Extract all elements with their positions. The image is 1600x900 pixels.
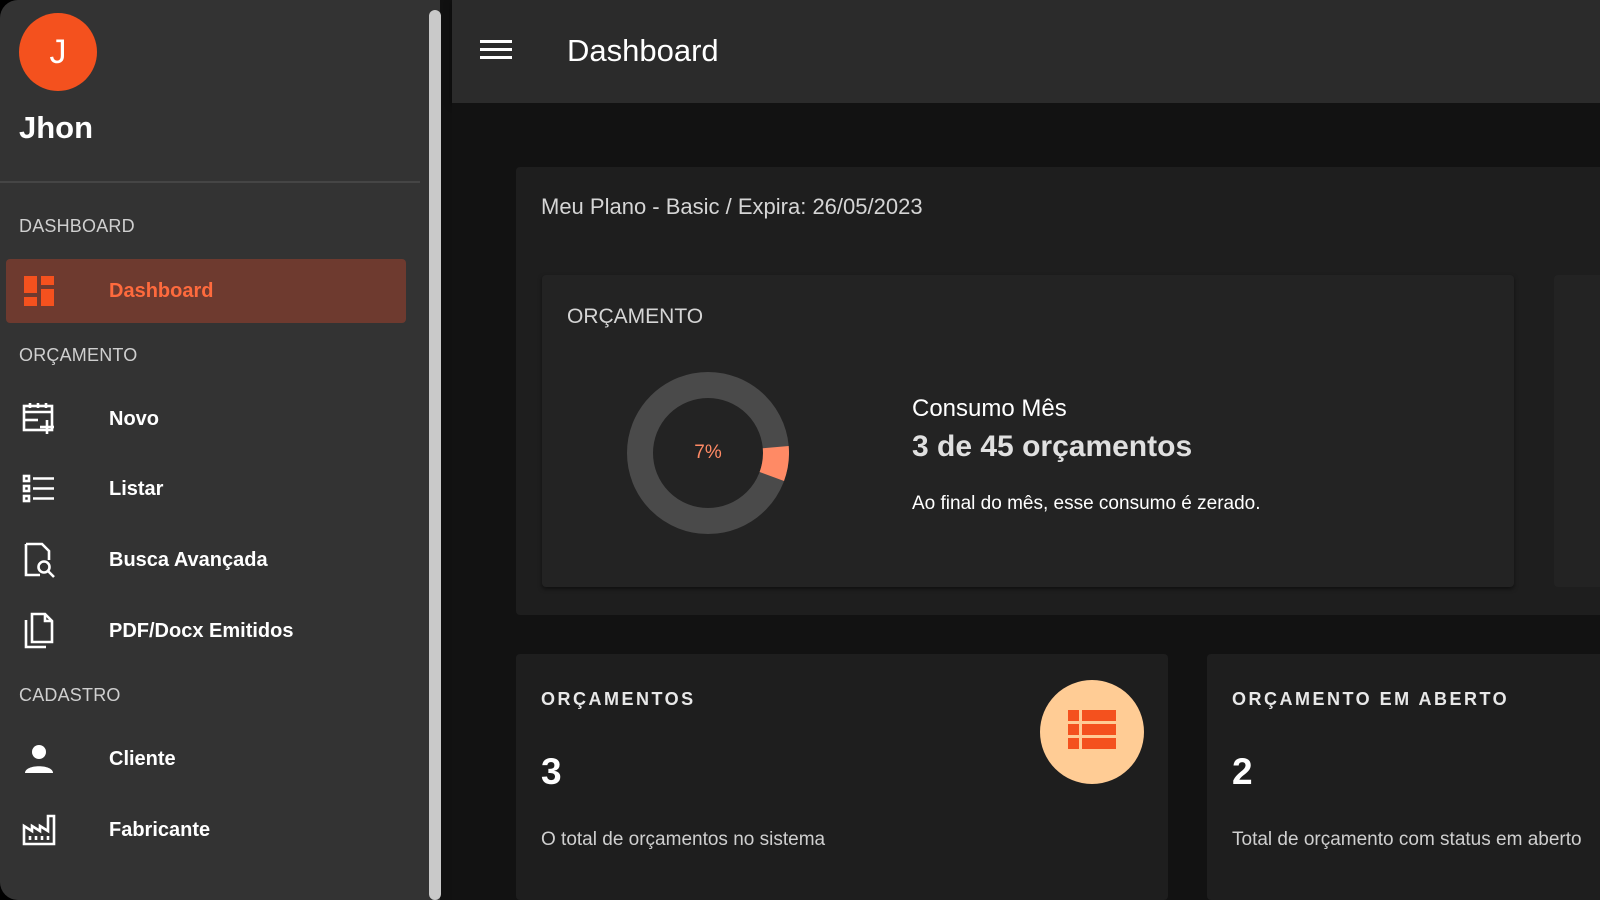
avatar-initial: J [49, 32, 67, 71]
plan-next-panel [1554, 275, 1600, 587]
avatar[interactable]: J [19, 13, 97, 91]
app-window: J Jhon DASHBOARD Dashboard ORÇAMENTO Nov… [0, 0, 1600, 900]
list-icon [22, 472, 56, 506]
menu-icon[interactable] [480, 36, 514, 66]
sidebar-item-label: Listar [109, 477, 164, 500]
stat-description: O total de orçamentos no sistema [541, 829, 826, 850]
table-icon [1068, 709, 1116, 755]
orcamento-section-label: ORÇAMENTO [567, 305, 704, 328]
main-content: Meu Plano - Basic / Expira: 26/05/2023 O… [452, 103, 1600, 900]
sidebar-item-dashboard[interactable]: Dashboard [6, 259, 406, 323]
person-icon [22, 742, 56, 776]
sidebar-item-pdf-docx[interactable]: PDF/Docx Emitidos [6, 599, 406, 663]
consumo-label: Consumo Mês [912, 395, 1067, 422]
stat-title: ORÇAMENTOS [541, 689, 696, 709]
dashboard-icon [22, 274, 56, 308]
orcamento-usage-panel: ORÇAMENTO 7% Consumo Mês 3 de 45 orçamen… [542, 275, 1514, 587]
sidebar-item-fabricante[interactable]: Fabricante [6, 798, 406, 862]
document-search-icon [22, 542, 56, 578]
calendar-add-icon [22, 402, 56, 436]
usage-percent-label: 7% [694, 442, 722, 463]
stat-badge [1040, 680, 1144, 784]
stat-value: 2 [1232, 751, 1253, 792]
section-label-cadastro: CADASTRO [19, 685, 121, 705]
consumo-note: Ao final do mês, esse consumo é zerado. [912, 493, 1261, 514]
stat-card-orcamento-em-aberto: ORÇAMENTO EM ABERTO 2 Total de orçamento… [1207, 654, 1600, 900]
stat-value: 3 [541, 751, 562, 792]
stat-title: ORÇAMENTO EM ABERTO [1232, 689, 1510, 709]
section-label-dashboard: DASHBOARD [19, 216, 135, 236]
app-header: Dashboard [452, 0, 1600, 103]
sidebar-scrollbar[interactable] [429, 10, 441, 900]
sidebar-item-label: Busca Avançada [109, 548, 268, 571]
sidebar-item-cliente[interactable]: Cliente [6, 727, 406, 791]
sidebar-item-busca-avancada[interactable]: Busca Avançada [6, 528, 406, 592]
sidebar-divider [0, 181, 420, 183]
consumo-value: 3 de 45 orçamentos [912, 430, 1193, 463]
sidebar-item-novo[interactable]: Novo [6, 387, 406, 451]
sidebar: J Jhon DASHBOARD Dashboard ORÇAMENTO Nov… [0, 0, 440, 900]
page-title: Dashboard [567, 33, 719, 68]
sidebar-item-listar[interactable]: Listar [6, 457, 406, 521]
sidebar-item-label: PDF/Docx Emitidos [109, 619, 294, 642]
sidebar-item-label: Dashboard [109, 279, 214, 302]
stat-card-orcamentos: ORÇAMENTOS 3 O total de orçamentos no si… [516, 654, 1168, 900]
plan-title: Meu Plano - Basic / Expira: 26/05/2023 [541, 194, 923, 219]
sidebar-item-label: Cliente [109, 747, 176, 770]
stat-description: Total de orçamento com status em aberto [1232, 829, 1582, 850]
sidebar-item-label: Novo [109, 407, 159, 430]
factory-icon [22, 813, 56, 847]
section-label-orcamento: ORÇAMENTO [19, 345, 138, 365]
plan-card: Meu Plano - Basic / Expira: 26/05/2023 O… [516, 167, 1600, 615]
sidebar-item-label: Fabricante [109, 818, 211, 841]
documents-icon [22, 612, 56, 649]
user-name: Jhon [19, 110, 94, 145]
